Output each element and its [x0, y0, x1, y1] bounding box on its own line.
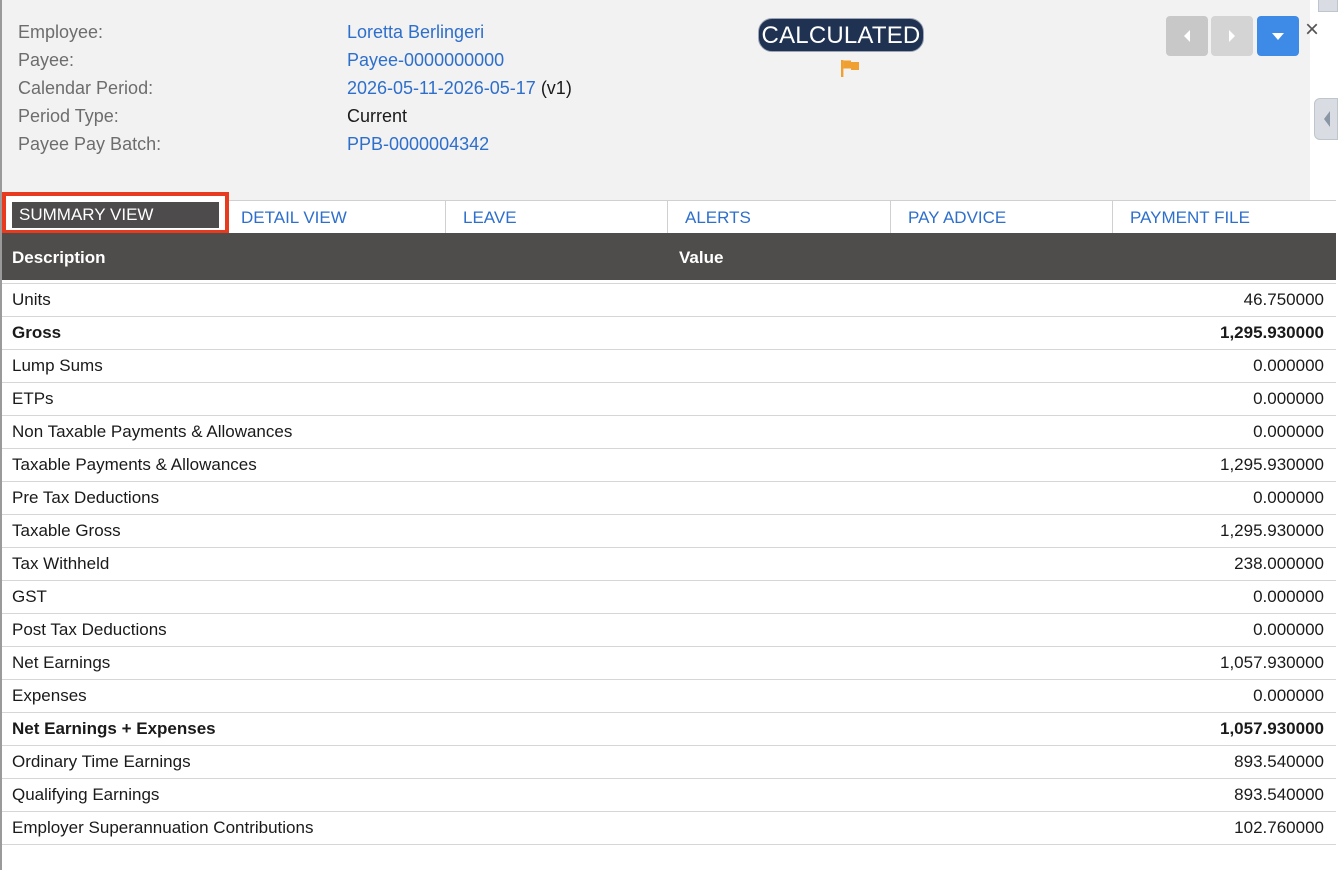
previous-record-button[interactable]	[1166, 16, 1208, 56]
chevron-right-icon	[1229, 30, 1235, 42]
tab-alerts[interactable]: ALERTS	[668, 201, 891, 234]
tab-detail-view[interactable]: DETAIL VIEW	[224, 201, 446, 234]
table-row: Tax Withheld 238.000000	[2, 548, 1336, 581]
table-row: Net Earnings 1,057.930000	[2, 647, 1336, 680]
side-panel-handle-top[interactable]	[1318, 0, 1338, 12]
row-value: 0.000000	[1253, 686, 1324, 705]
row-value: 1,295.930000	[1220, 455, 1324, 474]
pay-batch-label: Payee Pay Batch:	[18, 134, 162, 154]
employee-link[interactable]: Loretta Berlingeri	[347, 18, 484, 46]
pay-batch-link[interactable]: PPB-0000004342	[347, 130, 489, 158]
table-row: Employer Superannuation Contributions 102…	[2, 812, 1336, 845]
row-description: Net Earnings	[12, 653, 111, 672]
period-type-value: Current	[347, 106, 408, 126]
table-row: Post Tax Deductions 0.000000	[2, 614, 1336, 647]
table-row: Taxable Payments & Allowances 1,295.93000…	[2, 449, 1336, 482]
row-value: 1,295.930000	[1220, 323, 1324, 342]
table-row: ETPs 0.000000	[2, 383, 1336, 416]
row-value: 0.000000	[1253, 356, 1324, 375]
calendar-period-link[interactable]: 2026-05-11-2026-05-17	[347, 78, 536, 98]
row-description: Non Taxable Payments & Allowances	[12, 422, 293, 441]
row-description: Taxable Payments & Allowances	[12, 455, 257, 474]
table-row: Taxable Gross 1,295.930000	[2, 515, 1336, 548]
calendar-period-version: (v1)	[535, 78, 572, 98]
tab-pay-advice[interactable]: PAY ADVICE	[891, 201, 1113, 234]
chevron-down-icon	[1272, 33, 1284, 40]
row-value: 0.000000	[1253, 389, 1324, 408]
row-description: ETPs	[12, 389, 54, 408]
row-description: Qualifying Earnings	[12, 785, 160, 804]
table-row: GST 0.000000	[2, 581, 1336, 614]
calendar-period-value: 2026-05-11-2026-05-17 (v1)	[347, 74, 572, 102]
table-body: Units 46.750000 Gross 1,295.930000 Lump Sums…	[2, 280, 1336, 845]
tab-leave[interactable]: LEAVE	[446, 201, 668, 234]
row-description: Lump Sums	[12, 356, 103, 375]
table-row: Pre Tax Deductions 0.000000	[2, 482, 1336, 515]
table-row: Gross 1,295.930000	[2, 317, 1336, 350]
row-description: Post Tax Deductions	[12, 620, 167, 639]
row-description: Pre Tax Deductions	[12, 488, 160, 507]
row-description: Employer Superannuation Contributions	[12, 818, 314, 837]
row-value: 1,057.930000	[1220, 653, 1324, 672]
table-row: Qualifying Earnings 893.540000	[2, 779, 1336, 812]
row-description: Ordinary Time Earnings	[12, 752, 191, 771]
calendar-period-label: Calendar Period:	[18, 78, 154, 98]
row-description: Tax Withheld	[12, 554, 110, 573]
period-type-label: Period Type:	[18, 106, 119, 126]
row-value: 893.540000	[1234, 785, 1324, 804]
next-record-button[interactable]	[1211, 16, 1253, 56]
table-row: Non Taxable Payments & Allowances 0.00000…	[2, 416, 1336, 449]
row-description: GST	[12, 587, 47, 606]
chevron-left-icon	[1184, 30, 1190, 42]
table-row: Lump Sums 0.000000	[2, 350, 1336, 383]
row-description: Net Earnings + Expenses	[12, 719, 216, 738]
payee-link[interactable]: Payee-0000000000	[347, 46, 504, 74]
tab-bar: SUMMARY VIEW DETAIL VIEW LEAVE ALERTS PA…	[2, 192, 1336, 234]
row-description: Units	[12, 290, 51, 309]
table-row: Units 46.750000	[2, 283, 1336, 317]
row-value: 102.760000	[1234, 818, 1324, 837]
summary-table: Description Value Units 46.750000 Gross 1,2…	[2, 233, 1336, 845]
status-badge: CALCULATED	[758, 18, 924, 52]
employee-label: Employee:	[18, 22, 104, 42]
table-row: Ordinary Time Earnings 893.540000	[2, 746, 1336, 779]
table-row: Expenses 0.000000	[2, 680, 1336, 713]
row-value: 0.000000	[1253, 587, 1324, 606]
tab-summary-view-label: SUMMARY VIEW	[12, 202, 219, 228]
column-header-description[interactable]: Description	[12, 233, 106, 283]
table-header: Description Value	[2, 233, 1336, 280]
tab-summary-view[interactable]: SUMMARY VIEW	[2, 192, 229, 234]
row-description: Expenses	[12, 686, 87, 705]
row-value: 238.000000	[1234, 554, 1324, 573]
row-description: Taxable Gross	[12, 521, 121, 540]
row-value: 46.750000	[1243, 290, 1324, 309]
record-header: Employee: Loretta Berlingeri Payee: Paye…	[2, 0, 1310, 200]
side-panel-toggle[interactable]	[1314, 98, 1338, 140]
payee-label: Payee:	[18, 50, 75, 70]
row-value: 0.000000	[1253, 422, 1324, 441]
table-row: Net Earnings + Expenses 1,057.930000	[2, 713, 1336, 746]
row-value: 1,295.930000	[1220, 521, 1324, 540]
row-description: Gross	[12, 323, 62, 342]
close-icon[interactable]: ×	[1300, 16, 1324, 44]
column-header-value[interactable]: Value	[679, 233, 723, 283]
row-value: 893.540000	[1234, 752, 1324, 771]
flag-icon[interactable]	[840, 59, 860, 77]
collapse-left-icon	[1324, 111, 1330, 127]
row-value: 0.000000	[1253, 488, 1324, 507]
row-value: 0.000000	[1253, 620, 1324, 639]
actions-dropdown-button[interactable]	[1257, 16, 1299, 56]
tab-payment-file[interactable]: PAYMENT FILE	[1113, 201, 1336, 234]
row-value: 1,057.930000	[1220, 719, 1324, 738]
